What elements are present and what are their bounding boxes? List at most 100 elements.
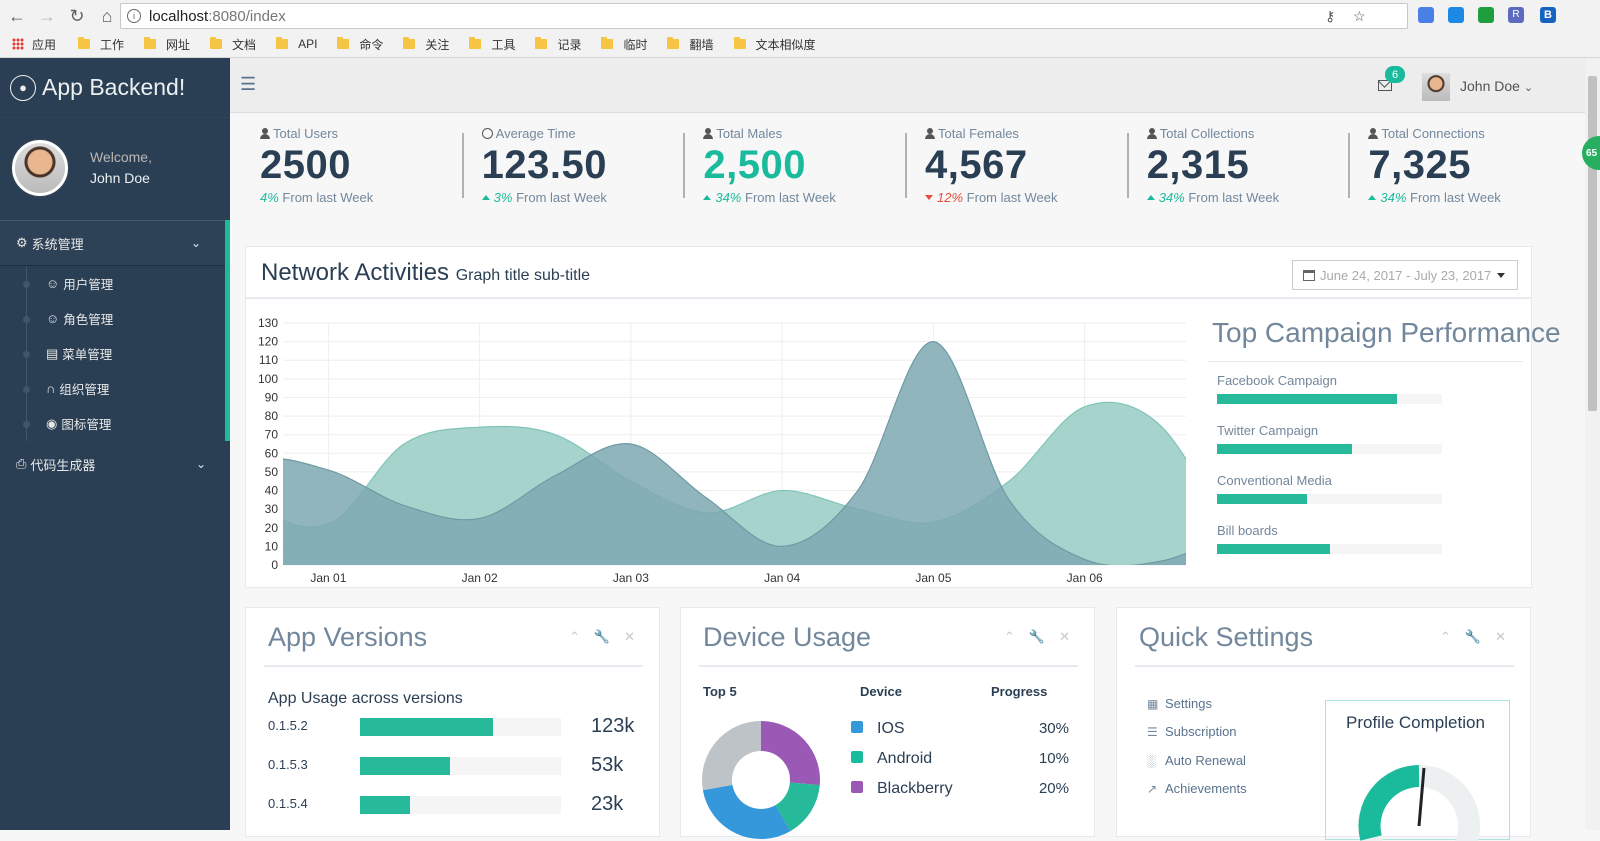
- y-tick-label: 40: [265, 484, 279, 498]
- info-icon[interactable]: i: [127, 9, 141, 23]
- date-range-picker[interactable]: June 24, 2017 - July 23, 2017: [1292, 260, 1518, 290]
- avatar[interactable]: [1422, 73, 1450, 101]
- key-icon[interactable]: ⚷: [1325, 8, 1335, 25]
- bookmark-folder[interactable]: 文档: [210, 36, 256, 53]
- printer-icon: ⎙: [16, 456, 27, 471]
- y-tick-label: 0: [271, 558, 278, 572]
- y-tick-label: 130: [258, 316, 278, 330]
- folder-icon: [78, 37, 91, 49]
- y-tick-label: 90: [265, 390, 279, 404]
- y-tick-label: 50: [265, 465, 279, 479]
- stat-label: Total Users: [260, 126, 472, 141]
- url-host: localhost: [149, 7, 209, 25]
- main-content: Total Users 2500 4% From last Week Averag…: [230, 113, 1585, 841]
- chevron-down-icon: ⌄: [195, 457, 206, 471]
- folder-icon: [601, 37, 614, 49]
- translate-extension-icon[interactable]: [1418, 7, 1434, 23]
- bookmark-folder[interactable]: 临时: [601, 36, 647, 53]
- bookmark-folder[interactable]: 网址: [144, 36, 190, 53]
- stat-card: Total Females 4,567 12% From last Week: [905, 123, 1137, 223]
- version-label: 0.1.5.3: [268, 757, 308, 772]
- bar-fill: [360, 718, 493, 736]
- url-bar[interactable]: i localhost:8080/index ⚷ ☆: [120, 3, 1408, 29]
- stat-value: 123.50: [481, 143, 608, 187]
- close-icon[interactable]: ✕: [624, 629, 635, 645]
- shield-extension-icon[interactable]: [1478, 7, 1494, 23]
- stat-card: Total Users 2500 4% From last Week: [250, 123, 472, 223]
- globe-icon: ◉: [46, 415, 58, 431]
- scrollbar[interactable]: [1585, 58, 1600, 830]
- book-icon: ▤: [46, 345, 59, 361]
- column-header-device: Device: [860, 684, 902, 699]
- stat-change: 34% From last Week: [1146, 190, 1359, 205]
- campaign-label: Facebook Campaign: [1217, 373, 1337, 388]
- bookmark-folder[interactable]: 记录: [535, 36, 581, 53]
- stat-value: 4,567: [925, 143, 1028, 187]
- star-icon[interactable]: ☆: [1353, 8, 1366, 25]
- arrow-up-icon: [481, 195, 490, 200]
- profile-completion-title: Profile Completion: [1346, 713, 1485, 732]
- user-menu[interactable]: John Doe ⌄: [1460, 78, 1533, 94]
- stat-change: 12% From last Week: [925, 190, 1137, 205]
- campaign-item: Conventional Media: [1217, 473, 1442, 504]
- sidebar-item-orgs[interactable]: ∩ 组织管理: [0, 371, 225, 406]
- legend-swatch: [851, 751, 863, 763]
- profile-completion-box: Profile Completion: [1325, 700, 1510, 841]
- divider: [1208, 361, 1523, 362]
- b-extension-icon[interactable]: B: [1540, 7, 1556, 23]
- achievements-link[interactable]: ↗ Achievements: [1147, 781, 1247, 796]
- stat-label: Total Males: [703, 126, 915, 141]
- bookmark-folder[interactable]: 工作: [78, 36, 124, 53]
- reload-icon[interactable]: ↻: [64, 3, 90, 29]
- brand[interactable]: ● App Backend!: [0, 58, 230, 118]
- legend-swatch: [851, 721, 863, 733]
- campaign-item: Bill boards: [1217, 523, 1442, 554]
- menu-toggle-icon[interactable]: ☰: [240, 74, 256, 95]
- bookmark-folder[interactable]: 命令: [337, 36, 383, 53]
- menu-section-codegen[interactable]: ⎙ 代码生成器 ⌄: [0, 441, 230, 487]
- stat-card: Total Males 2,500 34% From last Week: [683, 123, 915, 223]
- subscription-link[interactable]: ☰ Subscription: [1147, 724, 1237, 739]
- wrench-icon[interactable]: 🔧: [1465, 629, 1481, 645]
- arrow-up-icon: [1146, 195, 1155, 200]
- sidebar-item-roles[interactable]: ☺ 角色管理: [0, 301, 225, 336]
- brand-title: App Backend!: [42, 74, 186, 100]
- collapse-icon[interactable]: ⌃: [569, 629, 580, 645]
- stat-value: 2500: [260, 143, 351, 187]
- forward-icon[interactable]: →: [34, 3, 60, 29]
- collapse-icon[interactable]: ⌃: [1004, 629, 1015, 645]
- bookmark-apps[interactable]: 应用: [12, 36, 56, 53]
- menu-section-system[interactable]: ⚙ 系统管理 ⌄: [0, 220, 230, 266]
- wrench-icon[interactable]: 🔧: [594, 629, 610, 645]
- sidebar-item-users[interactable]: ☺ 用户管理: [0, 266, 225, 301]
- bookmark-folder[interactable]: 翻墙: [667, 36, 714, 53]
- version-row: 0.1.5.2 123k: [268, 715, 643, 737]
- column-header-progress: Progress: [991, 684, 1048, 699]
- home-icon[interactable]: ⌂: [94, 3, 120, 29]
- panel-subheading: App Usage across versions: [268, 690, 463, 707]
- sidebar-item-icons[interactable]: ◉ 图标管理: [0, 406, 225, 441]
- r-extension-icon[interactable]: R: [1508, 7, 1524, 23]
- user-icon: [1368, 128, 1379, 139]
- progress-fill: [1217, 394, 1397, 404]
- campaign-label: Bill boards: [1217, 523, 1278, 538]
- version-label: 0.1.5.2: [268, 718, 308, 733]
- sidebar-item-menus[interactable]: ▤ 菜单管理: [0, 336, 225, 371]
- close-icon[interactable]: ✕: [1059, 629, 1070, 645]
- bookmark-folder[interactable]: API: [276, 37, 317, 51]
- bookmark-folder[interactable]: 关注: [403, 36, 449, 53]
- extension-icon[interactable]: [1448, 7, 1464, 23]
- close-icon[interactable]: ✕: [1495, 629, 1506, 645]
- stat-label: Average Time: [481, 126, 694, 141]
- bookmark-folder[interactable]: 文本相似度: [733, 36, 816, 53]
- back-icon[interactable]: ←: [4, 3, 30, 29]
- campaign-item: Facebook Campaign: [1217, 373, 1442, 404]
- auto-renewal-link[interactable]: ░ Auto Renewal: [1147, 753, 1246, 768]
- settings-link[interactable]: ▦ Settings: [1147, 696, 1212, 711]
- wrench-icon[interactable]: 🔧: [1029, 629, 1045, 645]
- scrollbar-thumb[interactable]: [1588, 76, 1597, 411]
- version-usage-bar: [360, 796, 561, 814]
- x-tick-label: Jan 03: [613, 571, 649, 585]
- bookmark-folder[interactable]: 工具: [469, 36, 515, 53]
- collapse-icon[interactable]: ⌃: [1440, 629, 1451, 645]
